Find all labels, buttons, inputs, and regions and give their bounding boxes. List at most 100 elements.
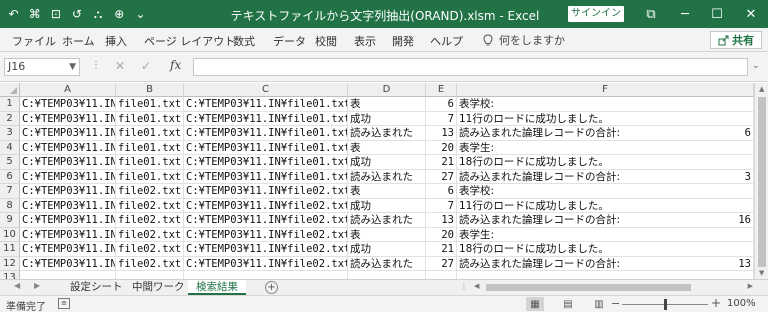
vertical-scrollbar[interactable]: ▲ ▼: [754, 83, 768, 279]
cell-b[interactable]: file01.txt: [116, 111, 184, 126]
next-sheet-icon[interactable]: ▶: [34, 281, 40, 290]
insert-function-icon[interactable]: fx: [170, 58, 181, 72]
cell-b[interactable]: file02.txt: [116, 256, 184, 271]
cell-b[interactable]: file02.txt: [116, 213, 184, 228]
formula-input[interactable]: [193, 58, 748, 76]
cell-a[interactable]: C:¥TEMP03¥11.IN: [20, 227, 116, 242]
cell-a[interactable]: C:¥TEMP03¥11.IN: [20, 111, 116, 126]
cell-e[interactable]: 7: [426, 111, 457, 126]
column-header-d[interactable]: D: [348, 83, 426, 97]
name-box[interactable]: J16 ▼: [4, 58, 80, 76]
cell-e[interactable]: 27: [426, 169, 457, 184]
tab-file[interactable]: ファイル: [12, 33, 56, 49]
customize-qat-icon[interactable]: ⌄: [131, 3, 150, 25]
cell-e[interactable]: 21: [426, 242, 457, 257]
row-header[interactable]: 5: [0, 155, 20, 170]
cell-f-value[interactable]: [657, 242, 754, 257]
cell-f[interactable]: 11行のロードに成功しました。: [457, 112, 657, 126]
cell-e[interactable]: 20: [426, 227, 457, 242]
row-header[interactable]: 12: [0, 256, 20, 271]
cell-b[interactable]: file02.txt: [116, 198, 184, 213]
row-header[interactable]: 11: [0, 242, 20, 257]
cell-f-value[interactable]: 13: [657, 256, 754, 271]
cell-f[interactable]: 読み込まれた論理レコードの合計:: [457, 170, 657, 184]
cell-e[interactable]: 13: [426, 126, 457, 141]
cell-d[interactable]: 読み込まれた: [348, 256, 426, 271]
cell-e[interactable]: [426, 271, 457, 279]
cell-a[interactable]: C:¥TEMP03¥11.IN: [20, 242, 116, 257]
tab-data[interactable]: データ: [273, 33, 306, 49]
cell-b[interactable]: file02.txt: [116, 242, 184, 257]
cell-b[interactable]: file01.txt: [116, 169, 184, 184]
cell-e[interactable]: 27: [426, 256, 457, 271]
pin-icon[interactable]: ⌘: [25, 3, 44, 25]
sheet-tab-results[interactable]: 検索結果: [188, 280, 246, 295]
tab-view[interactable]: 表示: [354, 33, 376, 49]
zoom-out-button[interactable]: −: [611, 297, 620, 310]
cell-b[interactable]: [116, 271, 184, 279]
cell-c[interactable]: C:¥TEMP03¥11.IN¥file01.txt: [184, 126, 348, 141]
cell-f-value[interactable]: 6: [657, 126, 754, 141]
undo-icon[interactable]: ↺: [67, 3, 86, 25]
cell-a[interactable]: C:¥TEMP03¥11.IN: [20, 155, 116, 170]
close-button[interactable]: ✕: [734, 0, 768, 28]
cell-d[interactable]: 読み込まれた: [348, 169, 426, 184]
cell-f[interactable]: 表学生:: [457, 228, 657, 242]
cell-d[interactable]: 読み込まれた: [348, 213, 426, 228]
cell-f[interactable]: 18行のロードに成功しました。: [457, 155, 657, 170]
cell-d[interactable]: 成功: [348, 111, 426, 126]
page-break-view-icon[interactable]: ▥: [590, 297, 608, 311]
cell-d[interactable]: 読み込まれた: [348, 126, 426, 141]
cell-e[interactable]: 6: [426, 97, 457, 112]
cancel-icon[interactable]: ✕: [115, 59, 125, 73]
cell-b[interactable]: file02.txt: [116, 184, 184, 199]
cell-e[interactable]: 7: [426, 198, 457, 213]
cell-a[interactable]: C:¥TEMP03¥11.IN: [20, 140, 116, 155]
row-header[interactable]: 1: [0, 97, 20, 112]
cell-f-value[interactable]: [657, 140, 754, 155]
cell-f[interactable]: 表学校:: [457, 184, 657, 199]
column-header-f[interactable]: F: [457, 83, 754, 97]
signin-button[interactable]: サインイン: [568, 6, 624, 22]
cell-c[interactable]: C:¥TEMP03¥11.IN¥file02.txt: [184, 184, 348, 199]
select-all-corner[interactable]: [0, 83, 20, 97]
cell-a[interactable]: C:¥TEMP03¥11.IN: [20, 126, 116, 141]
cell-c[interactable]: C:¥TEMP03¥11.IN¥file02.txt: [184, 213, 348, 228]
horizontal-scroll-thumb[interactable]: [486, 284, 691, 291]
column-header-a[interactable]: A: [20, 83, 116, 97]
restore-button[interactable]: ☐: [700, 0, 734, 28]
cell-f[interactable]: 読み込まれた論理レコードの合計:: [457, 213, 657, 228]
cell-e[interactable]: 21: [426, 155, 457, 170]
cell-f-value[interactable]: [657, 227, 754, 242]
redo-icon[interactable]: ⊕: [110, 3, 129, 25]
cell-f[interactable]: 読み込まれた論理レコードの合計:: [457, 126, 657, 141]
row-header[interactable]: 7: [0, 184, 20, 199]
horizontal-scrollbar[interactable]: ◀ ▶: [470, 282, 755, 293]
cell-f[interactable]: 表学校:: [457, 97, 657, 112]
tab-review[interactable]: 校閲: [315, 33, 337, 49]
scroll-up-icon[interactable]: ▲: [759, 85, 764, 93]
cell-a[interactable]: [20, 271, 116, 279]
cell-f[interactable]: [457, 271, 657, 279]
vertical-scroll-thumb[interactable]: [758, 97, 766, 267]
cell-d[interactable]: 表: [348, 97, 426, 112]
cell-a[interactable]: C:¥TEMP03¥11.IN: [20, 184, 116, 199]
cell-c[interactable]: C:¥TEMP03¥11.IN¥file01.txt: [184, 111, 348, 126]
cell-c[interactable]: C:¥TEMP03¥11.IN¥file01.txt: [184, 155, 348, 170]
sheet-tab-work[interactable]: 中間ワーク: [124, 280, 193, 295]
cell-f[interactable]: 18行のロードに成功しました。: [457, 242, 657, 257]
cell-d[interactable]: 成功: [348, 242, 426, 257]
cell-f-value[interactable]: [657, 271, 754, 279]
cell-b[interactable]: file01.txt: [116, 140, 184, 155]
cell-f-value[interactable]: [657, 184, 754, 199]
cell-a[interactable]: C:¥TEMP03¥11.IN: [20, 169, 116, 184]
cell-d[interactable]: 成功: [348, 198, 426, 213]
scroll-left-icon[interactable]: ◀: [474, 282, 479, 290]
column-header-c[interactable]: C: [184, 83, 348, 97]
row-header[interactable]: 4: [0, 140, 20, 155]
cell-f[interactable]: 表学生:: [457, 141, 657, 155]
cell-c[interactable]: C:¥TEMP03¥11.IN¥file01.txt: [184, 97, 348, 112]
cell-f-value[interactable]: 16: [657, 213, 754, 228]
spreadsheet-grid[interactable]: A B C D E F 1 C:¥TEMP03¥11.IN file01.txt C:…: [0, 83, 768, 279]
zoom-in-button[interactable]: +: [711, 296, 721, 310]
